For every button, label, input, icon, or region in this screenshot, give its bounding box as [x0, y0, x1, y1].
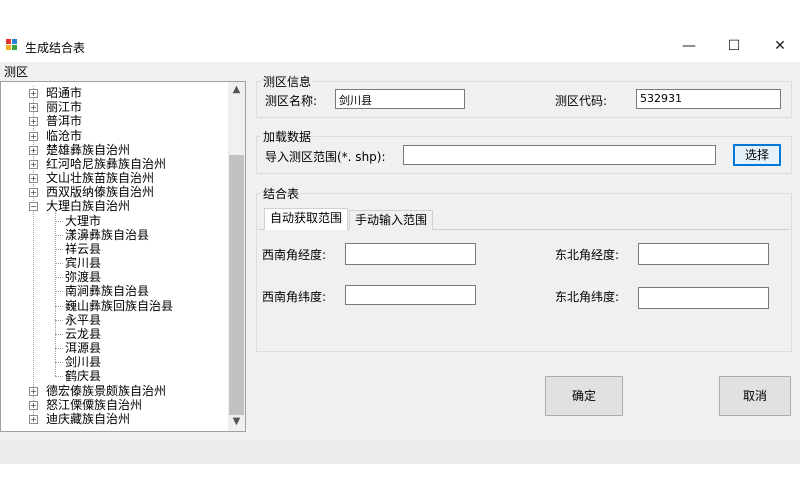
collapse-icon[interactable]: − — [29, 202, 38, 212]
tree-branch-line — [55, 234, 63, 236]
import-range-field[interactable] — [403, 145, 716, 165]
tree-child-node[interactable]: 祥云县 — [65, 242, 101, 256]
expand-icon[interactable]: + — [29, 145, 38, 155]
tree-child-node[interactable]: 巍山彝族回族自治县 — [65, 299, 173, 313]
sw-latitude-label: 西南角纬度: — [262, 290, 327, 304]
ok-button[interactable]: 确定 — [545, 376, 623, 416]
cancel-button[interactable]: 取消 — [719, 376, 791, 416]
expand-icon[interactable]: + — [29, 131, 38, 141]
select-file-button[interactable]: 选择 — [733, 144, 781, 166]
expand-icon[interactable]: + — [29, 386, 38, 396]
scroll-down-arrow-icon[interactable]: ▼ — [228, 416, 245, 430]
tree-node[interactable]: 普洱市 — [46, 114, 82, 128]
sw-latitude-field[interactable] — [345, 285, 476, 305]
ne-latitude-field[interactable] — [638, 287, 769, 309]
expand-icon[interactable]: + — [29, 103, 38, 113]
expand-icon[interactable]: + — [29, 414, 38, 424]
tree-node[interactable]: 昭通市 — [46, 86, 82, 100]
tree-node[interactable]: 文山壮族苗族自治州 — [46, 171, 154, 185]
survey-code-field[interactable]: 532931 — [636, 89, 781, 109]
expand-icon[interactable]: + — [29, 89, 38, 98]
expand-icon[interactable]: + — [29, 188, 38, 198]
expand-icon[interactable]: + — [29, 400, 38, 410]
region-tree[interactable]: + 昭通市 + 丽江市 + 普洱市 + 临沧市 + 楚雄彝族自治州 + 红河哈尼族彝族自治州 + 文山壮族… — [0, 81, 246, 432]
sw-longitude-field[interactable] — [345, 243, 476, 265]
tree-child-node[interactable]: 云龙县 — [65, 327, 101, 341]
title-bar — [0, 0, 800, 32]
load-data-title: 加载数据 — [261, 128, 314, 145]
tree-node[interactable]: 红河哈尼族彝族自治州 — [46, 157, 166, 171]
expand-icon[interactable]: + — [29, 117, 38, 127]
expand-icon[interactable]: + — [29, 159, 38, 169]
status-strip — [0, 440, 800, 464]
minimize-button[interactable]: — — [675, 36, 703, 56]
tree-child-node[interactable]: 鹤庆县 — [65, 369, 101, 383]
tree-branch-line — [55, 376, 63, 378]
maximize-button[interactable]: ☐ — [720, 36, 748, 56]
import-range-label: 导入测区范围(*. shp): — [265, 150, 386, 164]
tree-child-node[interactable]: 洱源县 — [65, 341, 101, 355]
tree-branch-line — [55, 248, 63, 250]
tree-node[interactable]: 临沧市 — [46, 129, 82, 143]
survey-code-label: 测区代码: — [555, 94, 608, 108]
tree-child-node[interactable]: 永平县 — [65, 313, 101, 327]
tree-child-node[interactable]: 宾川县 — [65, 256, 101, 270]
tree-child-node[interactable]: 大理市 — [65, 214, 101, 228]
tree-branch-line — [55, 263, 63, 265]
expand-icon[interactable]: + — [29, 174, 38, 184]
scroll-thumb[interactable] — [229, 155, 244, 415]
survey-info-title: 测区信息 — [261, 73, 314, 90]
tree-node[interactable]: 德宏傣族景颇族自治州 — [46, 384, 166, 398]
tree-caption: 测区 — [4, 65, 29, 79]
tree-child-node[interactable]: 漾濞彝族自治县 — [65, 228, 149, 242]
tree-node[interactable]: 大理白族自治州 — [46, 199, 130, 213]
tree-node[interactable]: 西双版纳傣族自治州 — [46, 185, 154, 199]
ne-longitude-field[interactable] — [638, 243, 769, 265]
scroll-up-arrow-icon[interactable]: ▲ — [228, 84, 245, 98]
ne-longitude-label: 东北角经度: — [555, 248, 620, 262]
survey-name-label: 测区名称: — [265, 94, 318, 108]
tree-node[interactable]: 丽江市 — [46, 100, 82, 114]
tab-manual-range[interactable]: 手动输入范围 — [349, 210, 433, 230]
tree-child-node[interactable]: 南涧彝族自治县 — [65, 284, 149, 298]
tree-node[interactable]: 怒江傈僳族自治州 — [46, 398, 142, 412]
close-button[interactable]: ✕ — [766, 36, 794, 56]
survey-name-field[interactable]: 剑川县 — [335, 89, 465, 109]
tree-branch-line — [55, 305, 63, 307]
tree-branch-line — [55, 319, 63, 321]
sw-longitude-label: 西南角经度: — [262, 248, 327, 262]
tab-auto-range[interactable]: 自动获取范围 — [264, 208, 348, 230]
tree-child-line — [55, 210, 56, 377]
window-title: 生成结合表 — [25, 41, 86, 55]
join-table-title: 结合表 — [261, 185, 302, 202]
tree-branch-line — [55, 291, 63, 293]
tree-branch-line — [55, 348, 63, 350]
tree-child-node[interactable]: 剑川县 — [65, 355, 101, 369]
tree-child-node[interactable]: 弥渡县 — [65, 270, 101, 284]
tree-branch-line — [55, 277, 63, 279]
tree-branch-line — [55, 362, 63, 364]
tree-node[interactable]: 迪庆藏族自治州 — [46, 412, 130, 426]
app-icon — [6, 39, 18, 51]
tree-branch-line — [55, 333, 63, 335]
tree-node[interactable]: 楚雄彝族自治州 — [46, 143, 130, 157]
tree-branch-line — [55, 220, 63, 222]
ne-latitude-label: 东北角纬度: — [555, 290, 620, 304]
